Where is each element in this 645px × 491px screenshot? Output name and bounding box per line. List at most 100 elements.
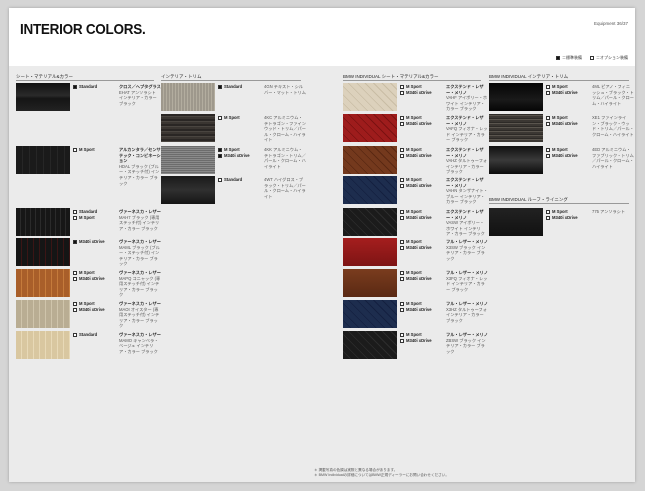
material-code-text: MAH7 ブラック (専用ステッチ付) インテリア・カラー ブラック [119, 214, 160, 231]
page-header: INTERIOR COLORS. Equipment 36/37 ＝標準装備 ＝… [9, 8, 635, 66]
empty-square-icon [546, 116, 550, 120]
empty-square-icon [218, 178, 222, 182]
option-label: Standard [79, 84, 98, 89]
color-swatch [161, 83, 215, 111]
availability-option: M340i xDrive [546, 121, 578, 127]
availability-option: M340i xDrive [73, 239, 105, 245]
material-description: ヴァーネスカ・レザー MAPQ コニャック (専用ステッチ付) インテリア・カラー… [119, 270, 161, 298]
material-description: 4GN テキスト・シルバー・マット・トリム [264, 84, 306, 95]
empty-square-icon [400, 210, 404, 214]
material-description: クロス／ヘプタグラス EHAT アンソラシト インテリア・カラー ブラック [119, 84, 161, 106]
empty-square-icon [400, 339, 404, 343]
section-trim-label: インテリア・トリム [161, 74, 301, 81]
empty-square-icon [400, 122, 404, 126]
material-code-text: VAFQ フィオナ・レッド インテリア・カラー ブラック [446, 126, 488, 143]
empty-square-icon [400, 333, 404, 337]
option-label: M340i xDrive [406, 276, 432, 281]
availability-options: Standard [218, 84, 242, 90]
material-code-text: XE1 ファインライン・ブラック・ウッド・トリム／パール・クローム・ハイライト [592, 115, 634, 137]
material-name: アルカンタラ／センサテック・コンビネーション [119, 147, 161, 164]
availability-options: M Sport [218, 115, 240, 121]
empty-square-icon [400, 184, 404, 188]
availability-options: M Sport M340i xDrive [400, 301, 432, 313]
availability-options: M Sport M340i xDrive [400, 147, 432, 159]
availability-option: M Sport [218, 115, 240, 121]
availability-option: M340i xDrive [400, 307, 432, 313]
empty-square-icon [400, 271, 404, 275]
filled-square-icon [73, 85, 77, 89]
empty-square-icon [546, 148, 550, 152]
availability-options: M Sport M340i xDrive [400, 84, 432, 96]
empty-square-icon [590, 56, 594, 60]
material-description: フル・レザー・メリノ X3FQ フィオナ・レッド インテリア・カラー ブラック [446, 270, 488, 292]
material-code-text: 4ED アルミニウム・ファブリック・トリム／パール・クローム・ハイライト [592, 147, 634, 169]
availability-options: M Sport M340i xDrive [546, 147, 578, 159]
option-label: M340i xDrive [224, 153, 250, 158]
availability-options: M Sport M340i xDrive [546, 84, 578, 96]
option-label: M340i xDrive [406, 338, 432, 343]
availability-option: M340i xDrive [400, 215, 432, 221]
filled-square-icon [218, 148, 222, 152]
color-swatch [16, 208, 70, 236]
option-label: M340i xDrive [79, 276, 105, 281]
material-description: エクステンド・レザー・メリノ VASW アイボリー・ホワイト インテリア・カラー … [446, 209, 488, 237]
empty-square-icon [400, 308, 404, 312]
material-code-text: VAHN タンザナイト・ブルー インテリア・カラー ブラック [446, 188, 488, 205]
brochure-page: INTERIOR COLORS. Equipment 36/37 ＝標準装備 ＝… [9, 8, 635, 482]
option-label: M340i xDrive [552, 215, 578, 220]
empty-square-icon [546, 122, 550, 126]
availability-options: M Sport M340i xDrive [400, 239, 432, 251]
availability-option: M340i xDrive [400, 153, 432, 159]
option-label: M Sport [79, 147, 95, 152]
empty-square-icon [73, 271, 77, 275]
color-swatch [16, 300, 70, 328]
option-label: Standard [224, 177, 243, 182]
option-label: M340i xDrive [406, 245, 432, 250]
material-description: エクステンド・レザー・メリノ VAHN タンザナイト・ブルー インテリア・カラー … [446, 177, 488, 205]
availability-options: M Sport M340i xDrive [546, 209, 578, 221]
color-swatch [343, 331, 397, 359]
material-description: フル・レザー・メリノ X3HZ タルトゥーフォ インテリア・カラー ブラック [446, 301, 488, 323]
empty-square-icon [400, 116, 404, 120]
availability-option: Standard [73, 84, 97, 90]
empty-square-icon [400, 277, 404, 281]
availability-option: M340i xDrive [546, 215, 578, 221]
option-label: M Sport [224, 115, 240, 120]
material-code-text: MAMO キャンベラ・ベージュ インテリア・カラー ブラック [119, 337, 159, 354]
material-code-text: HDAL ブラック (ブルー・ステッチ付) インテリア・カラー ブラック [119, 163, 160, 186]
color-swatch [16, 238, 70, 266]
availability-option: M340i xDrive [400, 245, 432, 251]
empty-square-icon [546, 85, 550, 89]
availability-options: M Sport M340i xDrive [73, 270, 105, 282]
material-description: ヴァーネスカ・レザー MAH7 ブラック (専用ステッチ付) インテリア・カラー … [119, 209, 161, 231]
empty-square-icon [400, 240, 404, 244]
availability-option: M340i xDrive [400, 90, 432, 96]
empty-square-icon [73, 302, 77, 306]
availability-option: Standard [218, 177, 242, 183]
option-label: M340i xDrive [552, 121, 578, 126]
color-swatch [16, 269, 70, 297]
availability-option: M340i xDrive [546, 90, 578, 96]
footnote-line: ＊ BMW Individualの詳細についてはBMW正規ディーラーにお問い合わ… [314, 473, 449, 477]
availability-option: M340i xDrive [400, 121, 432, 127]
availability-options: M Sport M340i xDrive [400, 177, 432, 189]
empty-square-icon [400, 246, 404, 250]
color-swatch [343, 83, 397, 111]
material-description: 4ED アルミニウム・ファブリック・トリム／パール・クローム・ハイライト [592, 147, 634, 169]
availability-options: M Sport M340i xDrive [400, 209, 432, 221]
material-code-text: ZBSW ブラック インテリア・カラー ブラック [446, 337, 486, 354]
option-label: M340i xDrive [406, 215, 432, 220]
material-description: フル・レザー・メリノ X3SW ブラック インテリア・カラー ブラック [446, 239, 488, 261]
empty-square-icon [400, 216, 404, 220]
material-code-text: X3HZ タルトゥーフォ インテリア・カラー ブラック [446, 306, 487, 323]
material-description: 4KK アルミニウム・テトラゴン・トリム／パール・クローム・ハイライト [264, 147, 306, 169]
availability-option: M Sport [73, 147, 95, 153]
availability-options: Standard [73, 332, 97, 338]
availability-options: Standard [73, 84, 97, 90]
material-code-text: VAHZ タルトゥーフォ インテリア・カラー ブラック [446, 158, 488, 175]
filled-square-icon [218, 154, 222, 158]
empty-square-icon [400, 148, 404, 152]
empty-square-icon [73, 308, 77, 312]
color-swatch [489, 208, 543, 236]
availability-option: Standard [73, 332, 97, 338]
